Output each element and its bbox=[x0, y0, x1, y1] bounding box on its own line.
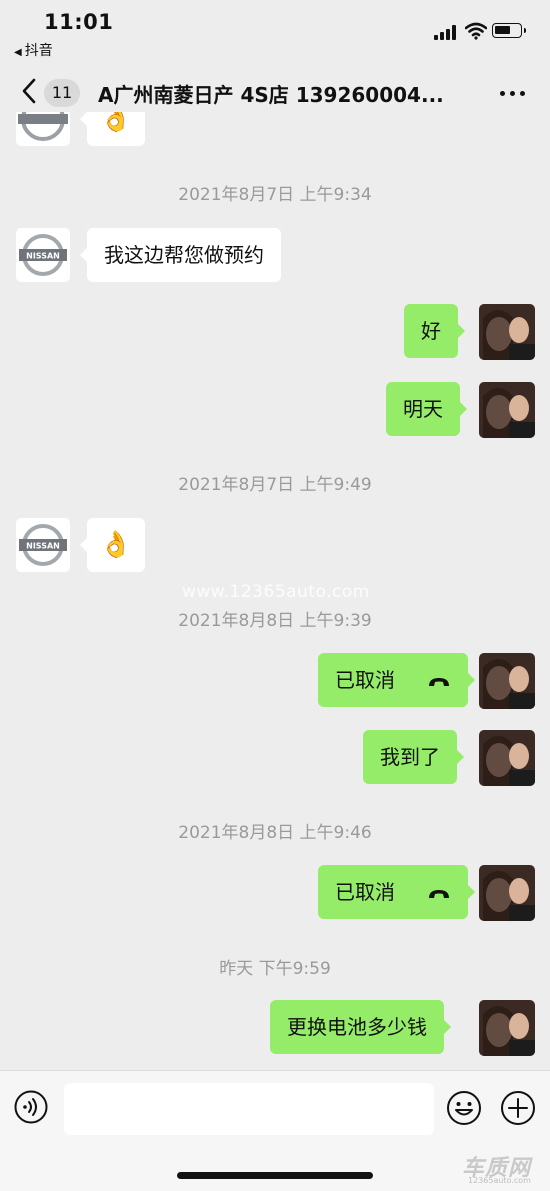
message-timestamp: 2021年8月8日 上午9:39 bbox=[178, 611, 372, 631]
message-bubble-sent[interactable]: 明天 bbox=[386, 382, 467, 436]
back-triangle-icon: ◀ bbox=[14, 47, 22, 58]
unread-count-badge[interactable]: 11 bbox=[44, 79, 80, 107]
battery-icon bbox=[492, 23, 526, 38]
message-bubble-sent[interactable]: 已取消 bbox=[318, 653, 476, 707]
ok-hand-icon: 👌 bbox=[99, 530, 133, 560]
contact-avatar[interactable]: NISSAN bbox=[16, 228, 70, 282]
user-photo bbox=[479, 730, 535, 786]
wifi-icon bbox=[465, 22, 487, 40]
message-bubble-sent[interactable]: 已取消 bbox=[318, 865, 476, 919]
user-photo bbox=[479, 1000, 535, 1056]
message-text: 明天 bbox=[403, 397, 443, 421]
message-bubble-sent[interactable]: 更换电池多少钱 bbox=[270, 1000, 451, 1054]
message-timestamp: 2021年8月8日 上午9:46 bbox=[178, 823, 372, 843]
back-to-app-link[interactable]: ◀ 抖音 bbox=[14, 40, 53, 60]
more-dots-icon[interactable] bbox=[498, 82, 528, 102]
home-indicator bbox=[177, 1172, 373, 1179]
my-avatar[interactable] bbox=[479, 653, 535, 709]
phone-hangup-icon bbox=[429, 677, 450, 686]
back-app-label: 抖音 bbox=[24, 43, 53, 59]
my-avatar[interactable] bbox=[479, 382, 535, 438]
voice-icon[interactable] bbox=[14, 1090, 48, 1124]
site-logo-watermark: 车质网 12365auto.com bbox=[458, 1150, 546, 1186]
nissan-logo-text: NISSAN bbox=[26, 542, 60, 551]
message-input[interactable] bbox=[64, 1083, 434, 1135]
message-bubble-received[interactable]: 👌 bbox=[80, 518, 145, 572]
contact-avatar[interactable] bbox=[16, 112, 70, 146]
message-timestamp: 昨天 下午9:59 bbox=[219, 959, 331, 979]
message-text: 我到了 bbox=[380, 745, 440, 769]
signal-icon bbox=[434, 24, 458, 40]
message-bubble-received[interactable]: 我这边帮您做预约 bbox=[80, 228, 281, 282]
status-bar: 11:01 ◀ 抖音 bbox=[0, 0, 550, 62]
site-logo-url: 12365auto.com bbox=[468, 1176, 531, 1185]
message-text: 已取消 bbox=[335, 668, 395, 692]
nissan-logo: NISSAN bbox=[19, 234, 67, 276]
message-bubble-sent[interactable]: 我到了 bbox=[363, 730, 464, 784]
chat-messages[interactable]: 👌 2021年8月7日 上午9:34 NISSAN 我这边帮您做预约 好 明天 bbox=[0, 112, 550, 1070]
nissan-logo bbox=[18, 112, 68, 141]
message-bubble-sent[interactable]: 好 bbox=[404, 304, 465, 358]
my-avatar[interactable] bbox=[479, 304, 535, 360]
contact-avatar[interactable]: NISSAN bbox=[16, 518, 70, 572]
status-time: 11:01 bbox=[44, 10, 114, 34]
message-timestamp: 2021年8月7日 上午9:49 bbox=[178, 475, 372, 495]
user-photo bbox=[479, 304, 535, 360]
back-chevron-icon[interactable] bbox=[18, 76, 42, 106]
nissan-logo: NISSAN bbox=[19, 524, 67, 566]
user-photo bbox=[479, 865, 535, 921]
watermark: www.12365auto.com bbox=[182, 582, 370, 602]
emoji-icon[interactable] bbox=[446, 1090, 482, 1126]
message-timestamp: 2021年8月7日 上午9:34 bbox=[178, 185, 372, 205]
nissan-logo-text: NISSAN bbox=[26, 252, 60, 261]
phone-hangup-icon bbox=[429, 889, 450, 898]
my-avatar[interactable] bbox=[479, 1000, 535, 1056]
message-bubble-received[interactable]: 👌 bbox=[80, 112, 145, 146]
message-text: 更换电池多少钱 bbox=[287, 1015, 427, 1039]
ok-hand-icon: 👌 bbox=[99, 112, 133, 134]
plus-icon[interactable] bbox=[500, 1090, 536, 1126]
message-text: 好 bbox=[421, 319, 441, 343]
message-text: 我这边帮您做预约 bbox=[104, 243, 264, 267]
my-avatar[interactable] bbox=[479, 865, 535, 921]
chat-title: A广州南菱日产 4S店 139260004... bbox=[98, 83, 444, 107]
my-avatar[interactable] bbox=[479, 730, 535, 786]
user-photo bbox=[479, 653, 535, 709]
user-photo bbox=[479, 382, 535, 438]
message-text: 已取消 bbox=[335, 880, 395, 904]
